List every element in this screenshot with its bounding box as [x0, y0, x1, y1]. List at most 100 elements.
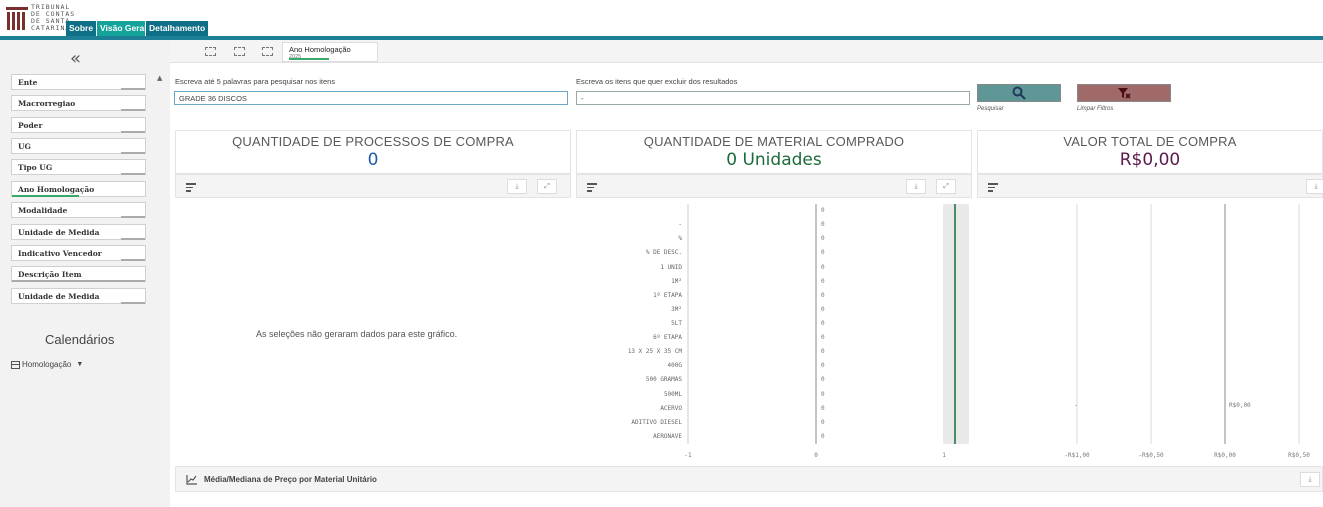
filter-selection-bar [121, 259, 145, 261]
data-label: 0 [821, 207, 825, 215]
data-label: 0 [821, 277, 825, 285]
kpi-title: QUANTIDADE DE MATERIAL COMPRADO [643, 134, 905, 149]
filter-label: Modalidade [18, 206, 68, 215]
filter-label: Tipo UG [18, 163, 53, 172]
filter-ug[interactable]: UG [11, 138, 146, 154]
data-label: 0 [821, 221, 825, 229]
filter-selection-bar [121, 216, 145, 218]
filter-label: Unidade de Medida [18, 292, 100, 301]
clear-filters-caption: Limpar Filtros [1077, 106, 1114, 112]
download-icon[interactable]: ⤓ [507, 179, 527, 194]
purchase-value-chart: -R$1,00 -R$0,50 R$0,00 R$0,50 - R$0,00 [977, 198, 1323, 460]
data-label: 0 [821, 362, 825, 370]
filter-macrorregiao[interactable]: Macrorregiao [11, 95, 146, 111]
menu-icon[interactable] [186, 183, 196, 194]
data-label: 0 [821, 320, 825, 327]
kpi-value: 0 Unidades [726, 150, 822, 170]
expand-icon[interactable]: ⤢ [537, 179, 557, 194]
data-label: 0 [821, 404, 825, 412]
x-tick-label: 1 [942, 452, 946, 459]
data-label: 0 [821, 305, 825, 313]
mean-median-price-panel: Média/Mediana de Preço por Material Unit… [175, 466, 1323, 492]
filter-descricao-item[interactable]: Descrição Item [11, 266, 146, 282]
filter-selection-bar [121, 173, 145, 175]
calendar-title: Calendários [45, 332, 115, 347]
material-quantity-chart: -%% DE DESC. 1 UNID 1M² 1º ETAPA 3M² 5LT 6º ET… [576, 198, 972, 460]
filter-ano-homologacao[interactable]: Ano Homologação [11, 181, 146, 197]
kpi-title: QUANTIDADE DE PROCESSOS DE COMPRA [232, 134, 514, 149]
filter-unidade-de-medida[interactable]: Unidade de Medida [11, 288, 146, 304]
filter-selection-bar [12, 280, 145, 282]
x-tick-label: -R$0,50 [1138, 452, 1164, 459]
tce-sc-logo: TRIBUNAL DE CONTAS DE SANTA CATARINA [6, 4, 74, 34]
download-icon[interactable]: ⤓ [1300, 472, 1320, 487]
category-label[interactable]: - [1074, 402, 1078, 409]
filter-unidade-de-medida[interactable]: Unidade de Medida [11, 224, 146, 240]
tab-sobre[interactable]: Sobre [66, 21, 97, 36]
filter-indicativo-vencedor[interactable]: Indicativo Vencedor [11, 245, 146, 261]
exclude-search-label: Escreva os itens que quer excluir dos re… [576, 77, 738, 86]
data-label: 0 [821, 376, 825, 384]
filter-label: Poder [18, 121, 43, 130]
filter-tipo-ug[interactable]: Tipo UG [11, 159, 146, 175]
filter-selection-bar [121, 88, 145, 90]
collapse-sidebar-icon[interactable]: « [70, 48, 81, 69]
filter-label: Macrorregiao [18, 99, 76, 108]
data-label: 0 [821, 348, 825, 356]
exclude-search-input[interactable]: - [576, 91, 970, 105]
download-icon[interactable]: ⤓ [906, 179, 926, 194]
kpi-processos: QUANTIDADE DE PROCESSOS DE COMPRA 0 [175, 130, 571, 174]
filter-selection-bar [12, 195, 79, 197]
line-chart-icon [186, 475, 197, 485]
filter-selection-bar [121, 131, 145, 133]
panel-toolbar-left: ⤓ ⤢ [175, 174, 571, 198]
clear-selections-icon[interactable] [262, 47, 273, 56]
x-tick-label: -1 [684, 452, 692, 459]
search-button[interactable] [977, 84, 1061, 102]
data-label: 0 [821, 291, 825, 299]
x-tick-label: 0 [814, 452, 818, 459]
include-search-input[interactable]: GRADE 36 DISCOS [174, 91, 568, 105]
download-icon[interactable]: ⤓ [1306, 179, 1323, 194]
kpi-title: VALOR TOTAL DE COMPRA [1063, 134, 1237, 149]
filter-poder[interactable]: Poder [11, 117, 146, 133]
selection-chip-ano-homologacao[interactable]: Ano Homologação 2025 [282, 42, 378, 62]
panel-toolbar-middle: ⤓ ⤢ [576, 174, 972, 198]
filter-selection-bar [121, 109, 145, 111]
tab-detalhamento[interactable]: Detalhamento [145, 21, 209, 36]
kpi-valor-total: VALOR TOTAL DE COMPRA R$0,00 [977, 130, 1323, 174]
menu-icon[interactable] [988, 183, 998, 194]
search-icon [1012, 86, 1026, 100]
filter-label: Ano Homologação [18, 185, 95, 194]
calendar-homologacao-dropdown[interactable]: Homologação ▼ [11, 360, 83, 369]
tab-visao-geral[interactable]: Visão Geral [97, 21, 150, 36]
data-label: 0 [821, 334, 825, 342]
calendar-icon [11, 360, 20, 369]
selection-chip-title: Ano Homologação [289, 45, 351, 54]
panel-title: Média/Mediana de Preço por Material Unit… [204, 475, 377, 484]
filter-selection-bar [121, 152, 145, 154]
filter-sidebar: « ▲ Ente Macrorregiao Poder UG Tipo UG Ano Ho… [0, 40, 170, 507]
menu-icon[interactable] [587, 183, 597, 194]
step-back-icon[interactable] [234, 47, 245, 56]
filter-ente[interactable]: Ente [11, 74, 146, 90]
no-data-message: As seleções não geraram dados para este … [256, 329, 458, 339]
clear-filters-button[interactable] [1077, 84, 1171, 102]
app-header: TRIBUNAL DE CONTAS DE SANTA CATARINA Sobre … [0, 0, 1323, 40]
panel-toolbar-right: ⤓ [977, 174, 1323, 198]
x-tick-label: R$0,50 [1288, 452, 1310, 459]
filter-modalidade[interactable]: Modalidade [11, 202, 146, 218]
expand-icon[interactable]: ⤢ [936, 179, 956, 194]
search-button-caption: Pesquisar [977, 106, 1004, 112]
data-label: 0 [821, 263, 825, 271]
smart-search-icon[interactable] [205, 47, 216, 56]
filter-label: Descrição Item [18, 270, 82, 279]
filter-label: Indicativo Vencedor [18, 249, 102, 258]
data-label: 0 [821, 432, 825, 440]
scroll-up-icon[interactable]: ▲ [157, 74, 162, 82]
x-tick-label: -R$1,00 [1064, 452, 1090, 459]
caret-down-icon: ▼ [76, 361, 84, 368]
columns-logo-icon [6, 4, 28, 32]
value-labels: -R$1,00 -R$0,50 R$0,00 R$0,50 - R$0,00 [977, 198, 1323, 460]
filter-label: Ente [18, 78, 38, 87]
